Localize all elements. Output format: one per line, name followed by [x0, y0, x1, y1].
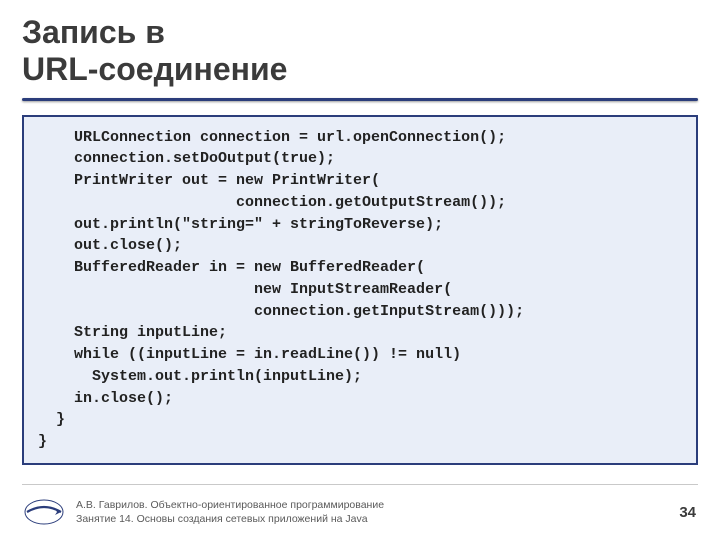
footer-logo-icon [24, 499, 64, 525]
footer-line-2: Занятие 14. Основы создания сетевых прил… [76, 513, 368, 525]
slide-footer: А.В. Гаврилов. Объектно-ориентированное … [0, 484, 720, 540]
footer-text: А.В. Гаврилов. Объектно-ориентированное … [76, 498, 679, 526]
footer-line-1: А.В. Гаврилов. Объектно-ориентированное … [76, 499, 384, 511]
title-underline-wrap [0, 98, 720, 101]
title-underline [22, 98, 698, 101]
title-line-1: Запись в [22, 14, 165, 50]
code-block: URLConnection connection = url.openConne… [22, 115, 698, 465]
code-content: URLConnection connection = url.openConne… [38, 127, 682, 453]
page-number: 34 [679, 504, 696, 521]
slide-title: Запись в URL-соединение [0, 0, 720, 98]
title-line-2: URL-соединение [22, 51, 287, 87]
footer-divider [22, 484, 698, 485]
